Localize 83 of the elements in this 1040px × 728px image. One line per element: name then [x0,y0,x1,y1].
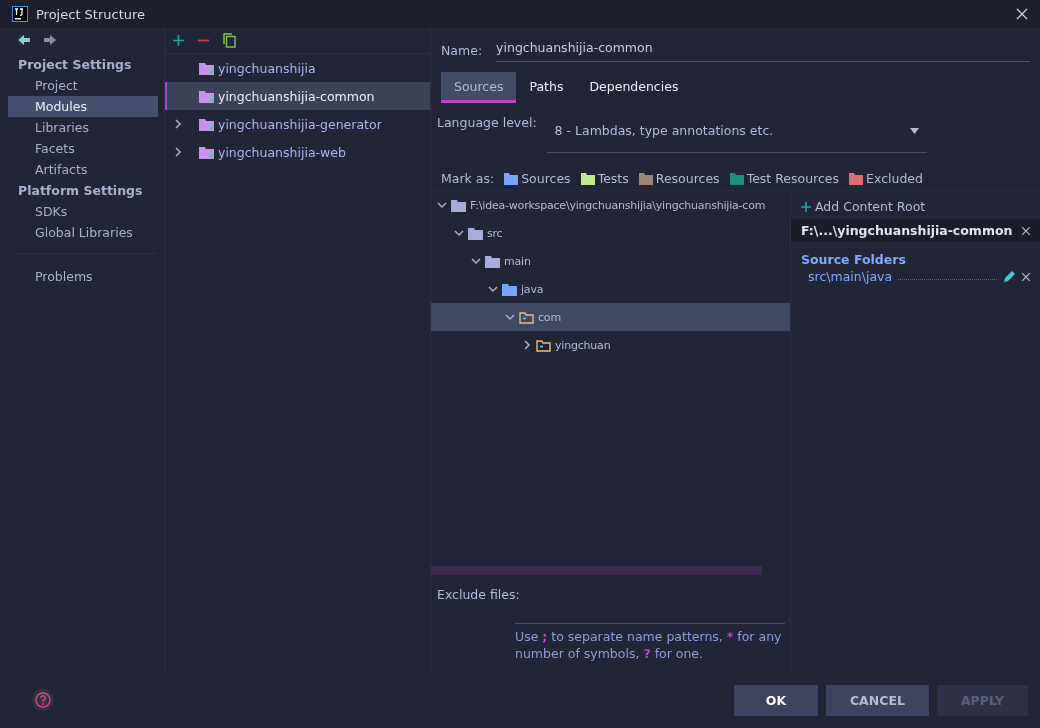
folder-name: yingchuan [555,338,611,352]
mark-as-option[interactable]: Resources [638,171,720,186]
folder-icon [485,254,500,268]
help-icon[interactable] [32,689,54,711]
pencil-icon[interactable] [1003,270,1016,283]
module-name: yingchuanshijia-generator [218,116,382,132]
chevron-right-icon[interactable] [173,147,183,157]
tree-row[interactable]: src [431,219,790,247]
module-item[interactable]: yingchuanshijia-common [165,82,430,110]
app-logo-icon [12,6,28,22]
name-field[interactable]: yingchuanshijia-common [496,38,1030,62]
close-icon[interactable] [1016,8,1028,20]
field-label: Name: [441,42,483,58]
folder-icon [468,226,483,240]
chevron-right-icon[interactable] [173,119,183,129]
sidebar-item[interactable]: SDKs [8,201,158,222]
add-content-root-link[interactable]: Add Content Root [791,197,1040,216]
package-icon [519,310,534,324]
sidebar-item[interactable]: Project [8,75,158,96]
chevron-down-icon[interactable] [471,256,481,266]
add-icon[interactable] [173,35,184,46]
tab[interactable]: Sources [441,72,517,103]
window-title: Project Structure [36,6,146,22]
sidebar-item[interactable]: Problems [8,266,158,287]
folder-name: com [538,310,561,324]
sidebar-item[interactable]: Libraries [8,117,158,138]
content-root-path: F:\...\yingchuanshijia-common [801,223,1013,238]
dialog-button[interactable]: OK [733,684,818,716]
chevron-down-icon[interactable] [488,284,498,294]
folder-icon [502,282,517,296]
forward-arrow-icon[interactable] [44,34,56,46]
sidebar-item[interactable]: Artifacts [8,159,158,180]
source-folder-path: src\main\java [808,269,893,284]
chevron-right-icon[interactable] [522,340,532,350]
scrollbar[interactable] [431,566,762,575]
package-icon [536,338,551,352]
sidebar-item[interactable]: Global Libraries [8,222,158,243]
mark-as-option[interactable]: Tests [580,171,629,186]
module-item[interactable]: yingchuanshijia [165,54,430,82]
section-title: Source Folders [800,251,907,267]
module-item[interactable]: yingchuanshijia-generator [165,110,430,138]
folder-name: src [487,226,503,240]
section-title: Project Settings [17,56,133,74]
dialog-button[interactable]: CANCEL [825,684,929,716]
field-label: Exclude files: [437,587,520,602]
tree-row[interactable]: java [431,275,790,303]
close-icon[interactable] [1022,272,1030,281]
folder-icon [199,61,214,75]
module-name: yingchuanshijia [218,60,316,76]
folder-name: java [521,282,544,296]
field-label: Mark as: [441,171,495,186]
close-icon[interactable] [1022,226,1030,235]
folder-name: main [504,254,531,268]
module-name: yingchuanshijia-common [218,88,375,104]
mark-as-option[interactable]: Excluded [849,171,923,186]
section-title: Platform Settings [17,182,144,200]
folder-icon [199,89,214,103]
module-item[interactable]: yingchuanshijia-web [165,138,430,166]
tab[interactable]: Paths [516,72,577,103]
dropdown-arrow-icon [909,127,919,134]
chevron-down-icon[interactable] [454,228,464,238]
back-arrow-icon[interactable] [18,34,30,46]
tree-row[interactable]: F:\idea-workspace\yingchuanshijia\yingchuanshijia-com [431,191,790,219]
folder-icon [451,198,466,212]
mark-as-option[interactable]: Sources [504,171,571,186]
folder-icon [199,145,214,159]
tree-row[interactable]: yingchuan [431,331,790,359]
add-icon [801,201,811,212]
copy-icon[interactable] [223,33,236,48]
module-name: yingchuanshijia-web [218,144,346,160]
sidebar-item[interactable]: Modules [8,96,158,117]
hint-text: Use ; to separate name patterns, * for any number of symbols, ? for one. [514,628,783,663]
chevron-down-icon[interactable] [505,312,515,322]
tree-row[interactable]: com [431,303,790,331]
folder-name: F:\idea-workspace\yingchuanshijia\yingchuanshijia-com [470,198,766,212]
language-level-dropdown[interactable]: 8 - Lambdas, type annotations etc. [546,115,927,153]
folder-icon [199,117,214,131]
tree-row[interactable]: main [431,247,790,275]
tab[interactable]: Dependencies [576,72,692,103]
field-label: Language level: [437,115,537,130]
chevron-down-icon[interactable] [437,200,447,210]
sidebar-item[interactable]: Facets [8,138,158,159]
mark-as-option[interactable]: Test Resources [729,171,840,186]
